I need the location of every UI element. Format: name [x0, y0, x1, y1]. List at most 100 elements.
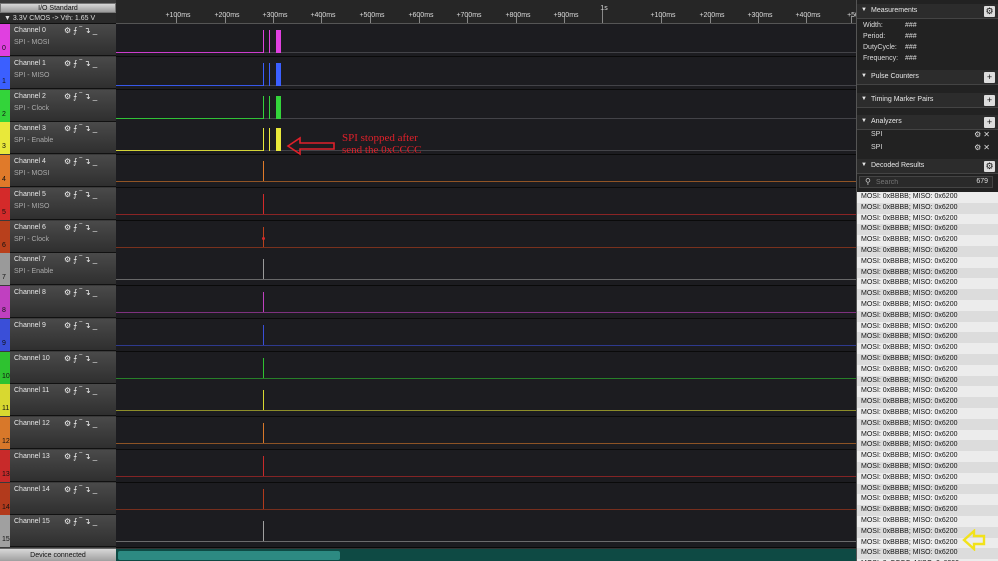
low-level-icon[interactable]: _ [93, 157, 99, 166]
gear-icon[interactable]: ⚙ [64, 354, 73, 363]
falling-edge-icon[interactable]: ↴ [84, 485, 93, 494]
falling-edge-icon[interactable]: ↴ [84, 517, 93, 526]
close-icon[interactable]: ✕ [983, 143, 992, 152]
gear-icon[interactable]: ⚙ [64, 386, 73, 395]
low-level-icon[interactable]: _ [93, 255, 99, 264]
decoded-result-row[interactable]: MOSI: 0xBBBB; MISO: 0x6200 [857, 256, 998, 268]
gear-icon[interactable]: ⚙ [974, 130, 983, 139]
decoded-result-row[interactable]: MOSI: 0xBBBB; MISO: 0x6200 [857, 267, 998, 279]
analyzer-item[interactable]: SPI [871, 131, 882, 138]
low-level-icon[interactable]: _ [93, 223, 99, 232]
collapse-triangle-icon[interactable]: ▼ [861, 73, 867, 79]
falling-edge-icon[interactable]: ↴ [84, 321, 93, 330]
horizontal-scrollbar[interactable] [116, 548, 856, 561]
low-level-icon[interactable]: _ [93, 124, 99, 133]
channel-row[interactable]: 6 Channel 6 SPI - Clock ⚙⨍‾↴_ [0, 220, 116, 253]
falling-edge-icon[interactable]: ↴ [84, 190, 93, 199]
gear-icon[interactable]: ⚙ [64, 255, 73, 264]
channel-row[interactable]: 5 Channel 5 SPI - MISO ⚙⨍‾↴_ [0, 187, 116, 220]
low-level-icon[interactable]: _ [93, 485, 99, 494]
falling-edge-icon[interactable]: ↴ [84, 92, 93, 101]
decoded-result-row[interactable]: MOSI: 0xBBBB; MISO: 0x6200 [857, 483, 998, 495]
gear-icon[interactable]: ⚙ [64, 288, 73, 297]
timing-markers-header[interactable]: ▼ Timing Marker Pairs + [857, 93, 998, 108]
collapse-triangle-icon[interactable]: ▼ [861, 118, 867, 124]
analyzer-item[interactable]: SPI [871, 144, 882, 151]
decoded-result-row[interactable]: MOSI: 0xBBBB; MISO: 0x6200 [857, 278, 998, 290]
channel-row[interactable]: 2 Channel 2 SPI - Clock ⚙⨍‾↴_ [0, 89, 116, 122]
falling-edge-icon[interactable]: ↴ [84, 26, 93, 35]
time-ruler[interactable]: +100ms +200ms +300ms +400ms +500ms +600ms +700… [116, 0, 856, 24]
channel-row[interactable]: 9 Channel 9 ⚙⨍‾↴_ [0, 318, 116, 351]
channel-row[interactable]: 11 Channel 11 ⚙⨍‾↴_ [0, 384, 116, 417]
channel-row[interactable]: 3 Channel 3 SPI - Enable ⚙⨍‾↴_ [0, 122, 116, 155]
channel-row[interactable]: 15 Channel 15 ⚙⨍‾↴_ [0, 515, 116, 548]
channel-row[interactable]: 0 Channel 0 SPI - MOSI ⚙⨍‾↴_ [0, 24, 116, 56]
low-level-icon[interactable]: _ [93, 419, 99, 428]
low-level-icon[interactable]: _ [93, 386, 99, 395]
decoded-result-row[interactable]: MOSI: 0xBBBB; MISO: 0x6200 [857, 289, 998, 300]
falling-edge-icon[interactable]: ↴ [84, 419, 93, 428]
gear-icon[interactable]: ⚙ [64, 419, 73, 428]
gear-icon[interactable]: ⚙ [64, 92, 73, 101]
decoded-result-row[interactable]: MOSI: 0xBBBB; MISO: 0x6200 [857, 440, 998, 452]
channel-row[interactable]: 8 Channel 8 ⚙⨍‾↴_ [0, 286, 116, 318]
add-icon[interactable]: + [984, 95, 995, 106]
channel-row[interactable]: 12 Channel 12 ⚙⨍‾↴_ [0, 417, 116, 449]
falling-edge-icon[interactable]: ↴ [84, 452, 93, 461]
channel-row[interactable]: 14 Channel 14 ⚙⨍‾↴_ [0, 482, 116, 515]
decoded-result-row[interactable]: MOSI: 0xBBBB; MISO: 0x6200 [857, 321, 998, 333]
channel-row[interactable]: 4 Channel 4 SPI - MOSI ⚙⨍‾↴_ [0, 155, 116, 187]
gear-icon[interactable]: ⚙ [984, 161, 995, 172]
decoded-result-row[interactable]: MOSI: 0xBBBB; MISO: 0x6200 [857, 343, 998, 354]
channel-row[interactable]: 10 Channel 10 ⚙⨍‾↴_ [0, 351, 116, 384]
decoded-result-row[interactable]: MOSI: 0xBBBB; MISO: 0x6200 [857, 494, 998, 506]
decoded-result-row[interactable]: MOSI: 0xBBBB; MISO: 0x6200 [857, 224, 998, 236]
pulse-counters-header[interactable]: ▼ Pulse Counters + [857, 70, 998, 85]
waveform-area[interactable] [116, 24, 856, 548]
decoded-results-header[interactable]: ▼ Decoded Results ⚙ [857, 159, 998, 174]
collapse-triangle-icon[interactable]: ▼ [861, 96, 867, 102]
voltage-selector[interactable]: ▼ 3.3V CMOS -> Vth: 1.65 V [0, 13, 116, 24]
gear-icon[interactable]: ⚙ [64, 321, 73, 330]
decoded-result-row[interactable]: MOSI: 0xBBBB; MISO: 0x6200 [857, 364, 998, 376]
decoded-result-row[interactable]: MOSI: 0xBBBB; MISO: 0x6200 [857, 192, 998, 203]
decoded-result-row[interactable]: MOSI: 0xBBBB; MISO: 0x6200 [857, 353, 998, 365]
falling-edge-icon[interactable]: ↴ [84, 354, 93, 363]
gear-icon[interactable]: ⚙ [64, 485, 73, 494]
falling-edge-icon[interactable]: ↴ [84, 59, 93, 68]
gear-icon[interactable]: ⚙ [64, 517, 73, 526]
decoded-result-row[interactable]: MOSI: 0xBBBB; MISO: 0x6200 [857, 245, 998, 257]
falling-edge-icon[interactable]: ↴ [84, 223, 93, 232]
decoded-result-row[interactable]: MOSI: 0xBBBB; MISO: 0x6200 [857, 235, 998, 246]
scrollbar-thumb[interactable] [118, 551, 340, 560]
decoded-result-row[interactable]: MOSI: 0xBBBB; MISO: 0x6200 [857, 407, 998, 419]
decoded-result-row[interactable]: MOSI: 0xBBBB; MISO: 0x6200 [857, 451, 998, 462]
gear-icon[interactable]: ⚙ [974, 143, 983, 152]
channel-row[interactable]: 13 Channel 13 ⚙⨍‾↴_ [0, 449, 116, 482]
low-level-icon[interactable]: _ [93, 452, 99, 461]
search-input[interactable] [876, 178, 956, 187]
low-level-icon[interactable]: _ [93, 190, 99, 199]
add-icon[interactable]: + [984, 72, 995, 83]
gear-icon[interactable]: ⚙ [64, 452, 73, 461]
decoded-result-row[interactable]: MOSI: 0xBBBB; MISO: 0x6200 [857, 375, 998, 387]
gear-icon[interactable]: ⚙ [64, 26, 73, 35]
channel-row[interactable]: 1 Channel 1 SPI - MISO ⚙⨍‾↴_ [0, 56, 116, 89]
decoded-result-row[interactable]: MOSI: 0xBBBB; MISO: 0x6200 [857, 397, 998, 408]
decoded-result-row[interactable]: MOSI: 0xBBBB; MISO: 0x6200 [857, 213, 998, 225]
gear-icon[interactable]: ⚙ [64, 124, 73, 133]
decoded-result-row[interactable]: MOSI: 0xBBBB; MISO: 0x6200 [857, 515, 998, 527]
falling-edge-icon[interactable]: ↴ [84, 288, 93, 297]
falling-edge-icon[interactable]: ↴ [84, 124, 93, 133]
decoded-result-row[interactable]: MOSI: 0xBBBB; MISO: 0x6200 [857, 310, 998, 322]
gear-icon[interactable]: ⚙ [64, 157, 73, 166]
collapse-triangle-icon[interactable]: ▼ [861, 7, 867, 13]
gear-icon[interactable]: ⚙ [984, 6, 995, 17]
gear-icon[interactable]: ⚙ [64, 59, 73, 68]
low-level-icon[interactable]: _ [93, 288, 99, 297]
decoded-result-row[interactable]: MOSI: 0xBBBB; MISO: 0x6200 [857, 461, 998, 473]
falling-edge-icon[interactable]: ↴ [84, 157, 93, 166]
low-level-icon[interactable]: _ [93, 26, 99, 35]
low-level-icon[interactable]: _ [93, 92, 99, 101]
